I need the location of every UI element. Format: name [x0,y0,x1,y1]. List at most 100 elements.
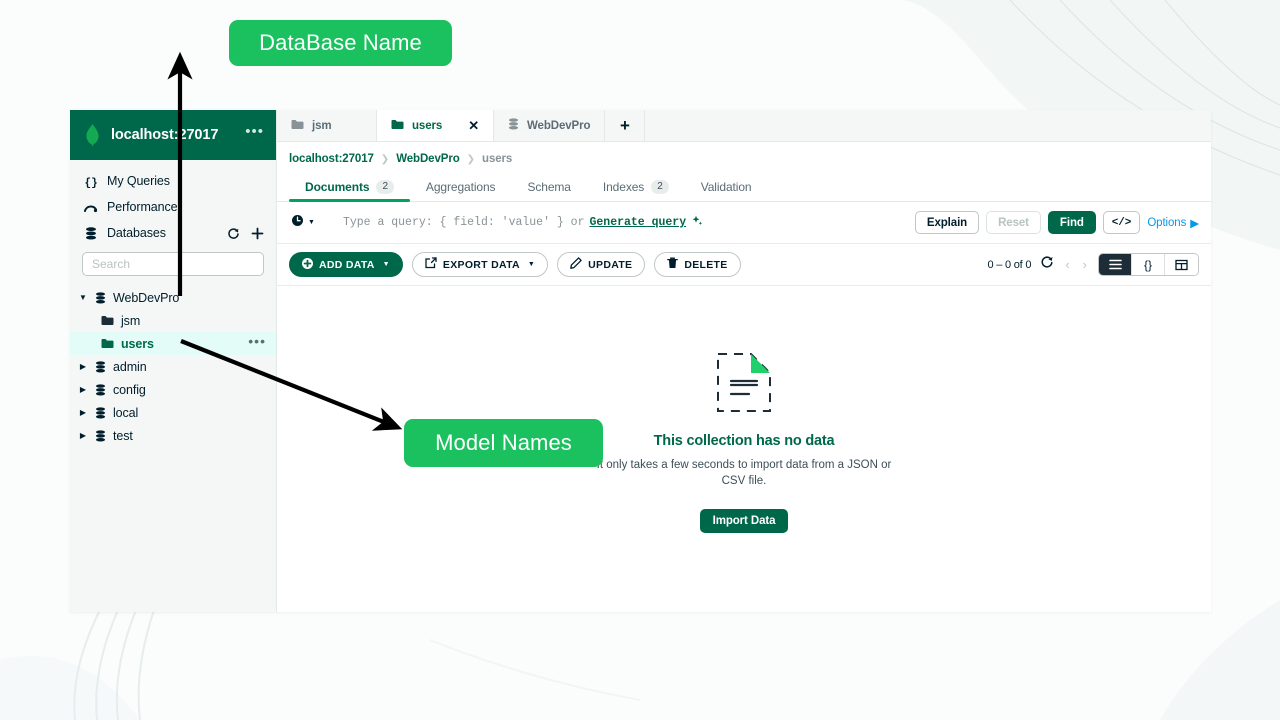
empty-state-subtitle: It only takes a few seconds to import da… [596,459,892,487]
tree-item-more-icon[interactable]: ••• [248,334,266,349]
close-icon[interactable]: ✕ [468,119,479,132]
database-icon [508,118,519,133]
performance-icon [83,202,98,213]
folder-icon [391,119,404,133]
query-input[interactable]: Type a query: { field: 'value' } or Gene… [325,215,905,231]
indexes-count-badge: 2 [651,180,669,194]
breadcrumb-item-collection[interactable]: users [482,153,512,165]
list-view-button[interactable] [1099,254,1132,275]
database-icon [95,360,106,373]
svg-text:{}: {} [85,177,98,188]
tab-schema[interactable]: Schema [511,180,586,201]
tree-item-admin[interactable]: ▶ admin [70,355,276,378]
next-page-button[interactable]: › [1081,257,1089,272]
sidebar-item-databases[interactable]: Databases [70,220,276,246]
sidebar-item-label: My Queries [107,174,170,188]
tab-aggregations[interactable]: Aggregations [410,180,512,201]
generate-query-link[interactable]: Generate query [589,216,686,229]
table-view-button[interactable] [1165,254,1198,275]
button-label: DELETE [684,258,728,271]
tree-item-label: jsm [121,313,141,328]
folder-icon [291,119,304,133]
tree-item-test[interactable]: ▶ test [70,424,276,447]
query-placeholder: Type a query: { field: 'value' } or [342,216,585,229]
database-icon [83,226,98,240]
chevron-right-icon: ▶ [1190,217,1199,230]
chevron-right-icon: ❯ [466,153,476,165]
tab-users[interactable]: users ✕ [377,110,494,141]
collection-subtabs: Documents 2 Aggregations Schema Indexes … [277,174,1211,202]
sparkle-icon [691,215,703,231]
chevron-down-icon: ▼ [382,261,390,268]
connection-more-icon[interactable]: ••• [245,124,264,142]
import-data-button[interactable]: Import Data [699,509,789,533]
database-icon [95,291,106,304]
tree-item-label: admin [113,359,147,374]
query-code-button[interactable]: </> [1102,211,1141,234]
connection-title: localhost:27017 [111,127,219,143]
app-window: localhost:27017 ••• {} My Queries Perfor… [70,110,1211,612]
delete-button[interactable]: DELETE [654,252,741,277]
database-icon [95,429,106,442]
tab-documents[interactable]: Documents 2 [289,180,410,202]
tree-item-users[interactable]: users ••• [70,332,276,355]
breadcrumb-item-host[interactable]: localhost:27017 [289,153,374,165]
chevron-right-icon[interactable]: ▶ [78,408,88,417]
trash-icon [667,257,679,272]
chevron-right-icon[interactable]: ▶ [78,362,88,371]
reset-button[interactable]: Reset [986,211,1041,234]
mongodb-leaf-icon [84,124,101,146]
search-input[interactable] [82,252,264,276]
braces-icon: {} [83,175,98,188]
chevron-right-icon[interactable]: ▶ [78,431,88,440]
connection-header: localhost:27017 ••• [70,110,276,160]
tab-bar: jsm users ✕ WebDevPro + [277,110,1211,142]
breadcrumb-item-database[interactable]: WebDevPro [396,153,460,165]
refresh-documents-button[interactable] [1040,255,1054,274]
tab-label: users [412,119,443,132]
query-options-toggle[interactable]: Options ▶ [1147,216,1199,230]
create-database-button[interactable] [251,227,264,240]
chevron-right-icon[interactable]: ▶ [78,385,88,394]
refresh-databases-button[interactable] [227,227,240,240]
add-data-button[interactable]: ADD DATA ▼ [289,252,403,277]
new-tab-button[interactable]: + [605,110,646,141]
tab-label: WebDevPro [526,119,591,132]
tree-item-jsm[interactable]: jsm [70,309,276,332]
sidebar-item-my-queries[interactable]: {} My Queries [70,168,276,194]
tab-indexes[interactable]: Indexes 2 [587,180,685,201]
tab-label: Validation [700,180,752,194]
tree-item-label: test [113,428,133,443]
json-view-button[interactable]: {} [1132,254,1165,275]
find-button[interactable]: Find [1047,211,1096,234]
sidebar-item-performance[interactable]: Performance [70,194,276,220]
annotation-database-name: DataBase Name [229,20,452,66]
tree-item-config[interactable]: ▶ config [70,378,276,401]
tree-item-local[interactable]: ▶ local [70,401,276,424]
plus-circle-icon [302,257,313,272]
empty-state-title: This collection has no data [653,433,835,449]
export-icon [425,257,437,272]
tab-jsm[interactable]: jsm [277,110,377,141]
tab-webdevpro[interactable]: WebDevPro [494,110,606,141]
tab-label: Indexes [602,180,645,194]
document-count: 0 – 0 of 0 [987,258,1032,271]
tree-item-webdevpro[interactable]: ▼ WebDevPro [70,286,276,309]
sidebar-nav: {} My Queries Performance Databases [70,160,276,246]
explain-button[interactable]: Explain [914,211,980,234]
options-label: Options [1147,216,1187,229]
chevron-down-icon[interactable]: ▼ [78,293,88,302]
tab-label: Aggregations [425,180,496,194]
tab-validation[interactable]: Validation [685,180,768,201]
breadcrumb: localhost:27017 ❯ WebDevPro ❯ users [277,142,1211,174]
sidebar-item-label: Performance [107,200,178,214]
update-button[interactable]: UPDATE [557,252,646,277]
query-history-button[interactable]: ▼ [291,214,315,232]
prev-page-button[interactable]: ‹ [1063,257,1071,272]
sidebar-item-label: Databases [107,226,166,240]
button-label: ADD DATA [319,258,375,271]
tree-item-label: WebDevPro [113,290,180,305]
chevron-down-icon: ▼ [527,261,536,268]
export-data-button[interactable]: EXPORT DATA ▼ [411,252,549,277]
query-actions: Explain Reset Find </> Options ▶ [914,211,1199,234]
